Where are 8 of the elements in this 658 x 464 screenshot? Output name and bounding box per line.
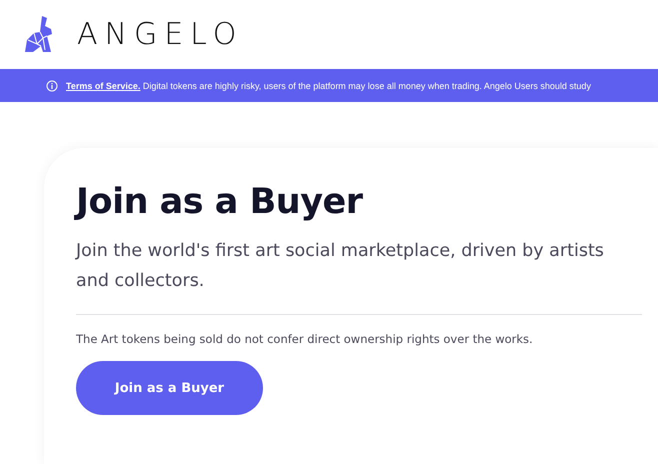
join-button[interactable]: Join as a Buyer (76, 361, 263, 415)
terms-link[interactable]: Terms of Service. (66, 80, 140, 90)
disclaimer-text: Terms of Service. Digital tokens are highly risky, users of the platform may lose all money when trading. Angelo Users should study (66, 80, 591, 90)
card-subtitle: Join the world's first art social marketplace, driven by artists and collectors. (76, 240, 605, 293)
card-title: Join as a Buyer (76, 182, 364, 222)
ownership-note: The Art tokens being sold do not confer direct ownership rights over the works. (76, 332, 534, 346)
info-icon (46, 80, 58, 92)
logo-text: ANGELO (77, 16, 244, 52)
